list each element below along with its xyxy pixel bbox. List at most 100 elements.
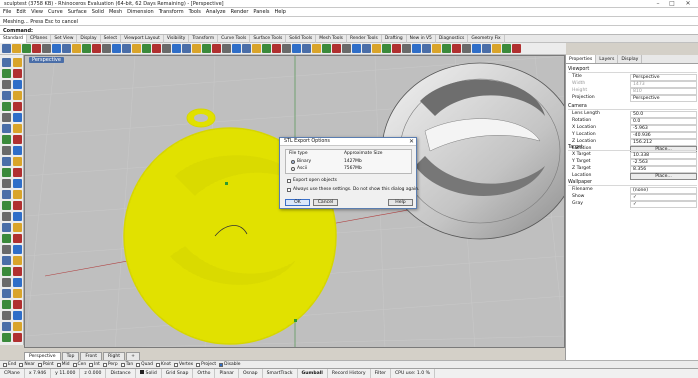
- toggle-osnap[interactable]: Osnap: [239, 369, 263, 378]
- osnap-checkbox[interactable]: [102, 362, 107, 367]
- always-use-checkbox[interactable]: [287, 187, 291, 192]
- toolbar-tool-icon[interactable]: [172, 44, 181, 53]
- tab-properties[interactable]: Properties: [566, 55, 597, 63]
- toolbar-tool-icon[interactable]: [432, 44, 441, 53]
- osnap-checkbox[interactable]: [196, 362, 201, 367]
- osnap-checkbox[interactable]: [219, 362, 224, 367]
- toolbar-tool-icon[interactable]: [502, 44, 511, 53]
- toolbar-tool-icon[interactable]: [382, 44, 391, 53]
- maximize-button[interactable]: □: [666, 0, 678, 8]
- tab-right[interactable]: Right: [103, 352, 126, 360]
- toolbar-tool-icon[interactable]: [82, 44, 91, 53]
- menu-transform[interactable]: Transform: [159, 9, 184, 15]
- menu-mesh[interactable]: Mesh: [109, 9, 122, 15]
- target-section-header[interactable]: Target: [568, 145, 697, 151]
- toolbar-tool-icon[interactable]: [262, 44, 271, 53]
- toolbar-tool-icon[interactable]: [22, 44, 31, 53]
- tab-layers[interactable]: Layers: [596, 55, 619, 63]
- toolbar-tool-icon[interactable]: [202, 44, 211, 53]
- left-tool-icon[interactable]: [2, 311, 11, 320]
- add-viewport-tab[interactable]: +: [126, 352, 140, 360]
- toolbar-tool-icon[interactable]: [332, 44, 341, 53]
- toolbar-tool-icon[interactable]: [72, 44, 81, 53]
- left-tool-icon[interactable]: [2, 289, 11, 298]
- toolbar-tool-icon[interactable]: [92, 44, 101, 53]
- left-tool-icon[interactable]: [13, 234, 22, 243]
- toolbar-tool-icon[interactable]: [122, 44, 131, 53]
- left-tool-icon[interactable]: [13, 278, 22, 287]
- osnap-checkbox[interactable]: [89, 362, 94, 367]
- toolbar-tool-icon[interactable]: [272, 44, 281, 53]
- left-tool-icon[interactable]: [13, 124, 22, 133]
- property-value[interactable]: (none): [630, 187, 697, 194]
- left-tool-icon[interactable]: [2, 256, 11, 265]
- property-value[interactable]: 50.0: [630, 111, 697, 118]
- tab-standard[interactable]: Standard: [0, 34, 27, 43]
- wallpaper-section-header[interactable]: Wallpaper: [568, 180, 697, 186]
- toolbar-tool-icon[interactable]: [312, 44, 321, 53]
- left-tool-icon[interactable]: [13, 311, 22, 320]
- camera-section-header[interactable]: Camera: [568, 104, 697, 110]
- tab-geometry-fix[interactable]: Geometry Fix: [468, 34, 505, 43]
- property-value[interactable]: -40.936: [630, 132, 697, 139]
- toolbar-tool-icon[interactable]: [52, 44, 61, 53]
- left-tool-icon[interactable]: [13, 69, 22, 78]
- menu-edit[interactable]: Edit: [16, 9, 26, 15]
- always-use-checkbox-row[interactable]: Always use these settings. Do not show t…: [287, 187, 419, 192]
- toolbar-tool-icon[interactable]: [452, 44, 461, 53]
- tab-top[interactable]: Top: [61, 352, 80, 360]
- place-button[interactable]: Place...: [630, 173, 697, 180]
- osnap-checkbox[interactable]: [173, 362, 178, 367]
- left-tool-icon[interactable]: [13, 168, 22, 177]
- left-tool-icon[interactable]: [2, 201, 11, 210]
- left-tool-icon[interactable]: [2, 124, 11, 133]
- left-tool-icon[interactable]: [13, 245, 22, 254]
- toolbar-tool-icon[interactable]: [182, 44, 191, 53]
- left-tool-icon[interactable]: [2, 102, 11, 111]
- osnap-quad[interactable]: Quad: [136, 362, 153, 367]
- menu-tools[interactable]: Tools: [189, 9, 201, 15]
- osnap-checkbox[interactable]: [120, 362, 125, 367]
- osnap-point[interactable]: Point: [37, 362, 54, 367]
- tab-drafting[interactable]: Drafting: [382, 34, 407, 43]
- osnap-checkbox[interactable]: [19, 362, 24, 367]
- toolbar-tool-icon[interactable]: [392, 44, 401, 53]
- viewport-label[interactable]: Perspective: [29, 57, 64, 63]
- menu-view[interactable]: View: [31, 9, 43, 15]
- left-tool-icon[interactable]: [2, 113, 11, 122]
- toolbar-tool-icon[interactable]: [292, 44, 301, 53]
- left-tool-icon[interactable]: [13, 300, 22, 309]
- tab-set-view[interactable]: Set View: [51, 34, 78, 43]
- toggle-grid-snap[interactable]: Grid Snap: [162, 369, 194, 378]
- property-value[interactable]: 0.0: [630, 118, 697, 125]
- help-button[interactable]: Help: [388, 199, 413, 206]
- minimize-button[interactable]: –: [652, 0, 664, 8]
- toolbar-tool-icon[interactable]: [242, 44, 251, 53]
- gumball-marker[interactable]: [225, 182, 228, 185]
- left-tool-icon[interactable]: [13, 201, 22, 210]
- tab-solid-tools[interactable]: Solid Tools: [286, 34, 317, 43]
- menu-panels[interactable]: Panels: [253, 9, 269, 15]
- left-tool-icon[interactable]: [2, 267, 11, 276]
- toolbar-tool-icon[interactable]: [222, 44, 231, 53]
- status-layer[interactable]: Solid: [136, 369, 162, 378]
- binary-radio[interactable]: [291, 159, 295, 164]
- menu-render[interactable]: Render: [231, 9, 249, 15]
- toolbar-tool-icon[interactable]: [232, 44, 241, 53]
- export-open-checkbox-row[interactable]: Export open objects: [287, 178, 337, 183]
- tab-display[interactable]: Display: [77, 34, 101, 43]
- osnap-checkbox[interactable]: [37, 362, 42, 367]
- toolbar-tool-icon[interactable]: [362, 44, 371, 53]
- left-tool-icon[interactable]: [2, 300, 11, 309]
- left-tool-icon[interactable]: [2, 190, 11, 199]
- menu-solid[interactable]: Solid: [92, 9, 104, 15]
- osnap-disable[interactable]: Disable: [219, 362, 240, 367]
- left-tool-icon[interactable]: [13, 135, 22, 144]
- osnap-checkbox[interactable]: [72, 362, 77, 367]
- osnap-cen[interactable]: Cen: [72, 362, 86, 367]
- toolbar-tool-icon[interactable]: [192, 44, 201, 53]
- tab-mesh-tools[interactable]: Mesh Tools: [316, 34, 347, 43]
- toolbar-tool-icon[interactable]: [102, 44, 111, 53]
- left-tool-icon[interactable]: [2, 58, 11, 67]
- ok-button[interactable]: OK: [285, 199, 310, 206]
